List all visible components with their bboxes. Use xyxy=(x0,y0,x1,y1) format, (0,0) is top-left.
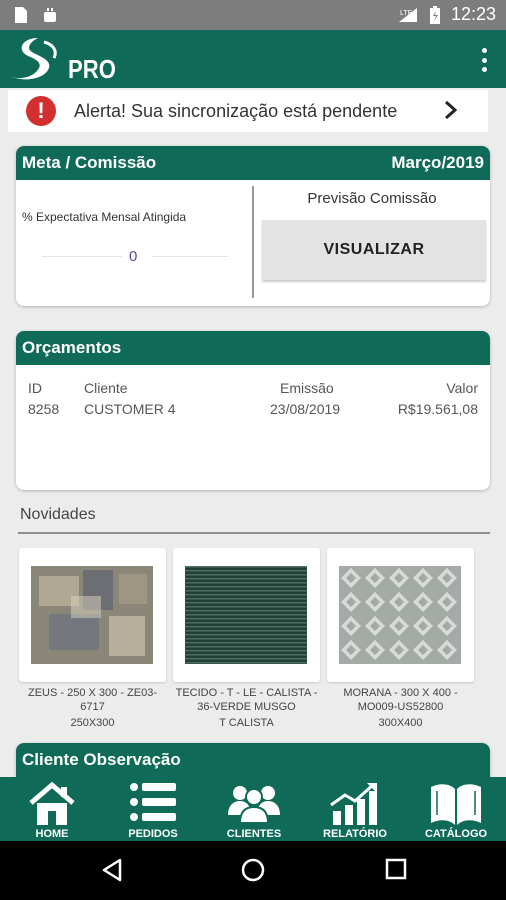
nav-home[interactable]: HOME xyxy=(2,777,102,841)
observacao-title: Cliente Observação xyxy=(22,750,181,769)
col-header-valor: Valor xyxy=(446,380,478,396)
product-image-zeus xyxy=(31,566,153,664)
product-card[interactable]: MORANA - 300 X 400 - MO009-US52800 300X4… xyxy=(327,548,474,730)
nav-home-label: HOME xyxy=(35,828,69,840)
expectativa-line-left xyxy=(42,256,122,257)
row-id: 8258 xyxy=(28,401,60,417)
alert-icon: ! xyxy=(26,96,56,126)
alert-text: Alerta! Sua sincronização está pendente xyxy=(74,100,398,121)
meta-card-month: Março/2019 xyxy=(391,153,484,172)
meta-card-title: Meta / Comissão xyxy=(22,153,157,172)
product-name: ZEUS - 250 X 300 - ZE03-6717 xyxy=(28,687,157,713)
product-image-tecido xyxy=(185,566,307,664)
signal-icon: LTE xyxy=(398,7,417,22)
orcamentos-table: ID Cliente Emissão Valor 8258 CUSTOMER 4… xyxy=(16,365,490,490)
nav-pedidos[interactable]: PEDIDOS xyxy=(103,777,203,841)
battery-icon xyxy=(429,5,440,24)
expectativa-panel: % Expectativa Mensal Atingida 0 xyxy=(16,180,252,306)
novidades-divider xyxy=(18,532,490,534)
previsao-panel: Previsão Comissão VISUALIZAR xyxy=(254,180,490,306)
product-card[interactable]: TECIDO - T - LE - CALISTA - 36-VERDE MUS… xyxy=(173,548,320,730)
nav-catalogo-label: CATÁLOGO xyxy=(424,828,488,840)
orcamentos-header: Orçamentos xyxy=(16,331,490,365)
product-subtitle: 250X300 xyxy=(70,717,115,729)
nav-relatorio-label: RELATÓRIO xyxy=(323,828,387,840)
bottom-navigation: HOME PEDIDOS CLIENTES RELATÓRIO CATÁLOGO xyxy=(0,777,506,841)
home-icon xyxy=(29,781,75,825)
app-brand: PRO xyxy=(68,54,116,84)
sync-alert-banner[interactable]: ! Alerta! Sua sincronização está pendent… xyxy=(8,90,488,132)
logo-icon xyxy=(10,38,57,80)
android-icon xyxy=(44,8,56,22)
row-emissao: 23/08/2019 xyxy=(270,401,341,417)
novidades-title: Novidades xyxy=(20,506,96,523)
nav-catalogo[interactable]: CATÁLOGO xyxy=(406,777,506,841)
clock: 12:23 xyxy=(450,4,496,24)
book-icon xyxy=(431,784,481,825)
home-circle-icon[interactable] xyxy=(241,858,265,882)
recents-icon[interactable] xyxy=(385,858,407,880)
expectativa-line-right xyxy=(152,256,228,257)
overflow-menu-icon[interactable] xyxy=(480,48,488,72)
expectativa-value: 0 xyxy=(129,248,138,265)
system-navigation-bar xyxy=(0,841,506,900)
sd-card-icon xyxy=(15,7,27,23)
row-valor: R$19.561,08 xyxy=(397,401,478,417)
orcamentos-title: Orçamentos xyxy=(22,338,122,357)
nav-pedidos-label: PEDIDOS xyxy=(128,828,178,840)
product-subtitle: 300X400 xyxy=(378,717,423,729)
row-cliente: CUSTOMER 4 xyxy=(84,401,176,417)
back-icon[interactable] xyxy=(100,858,124,882)
product-name: MORANA - 300 X 400 - MO009-US52800 xyxy=(343,687,458,713)
meta-comissao-card: Meta / Comissão Março/2019 % Expectativa… xyxy=(16,146,490,306)
nav-clientes-label: CLIENTES xyxy=(226,828,282,840)
col-header-cliente: Cliente xyxy=(84,380,128,396)
chevron-right-icon[interactable] xyxy=(444,100,458,120)
status-bar: LTE 12:23 xyxy=(0,0,506,30)
col-header-emissao: Emissão xyxy=(280,380,334,396)
visualizar-button[interactable]: VISUALIZAR xyxy=(262,220,486,280)
nav-clientes[interactable]: CLIENTES xyxy=(204,777,304,841)
expectativa-label: % Expectativa Mensal Atingida xyxy=(22,210,187,224)
product-name: TECIDO - T - LE - CALISTA - 36-VERDE MUS… xyxy=(175,687,318,713)
col-header-id: ID xyxy=(28,380,42,396)
meta-card-header: Meta / Comissão Março/2019 xyxy=(16,146,490,180)
bar-chart-icon xyxy=(330,783,377,825)
svg-text:LTE: LTE xyxy=(400,10,413,17)
app-bar: PRO xyxy=(0,30,506,88)
product-subtitle: T CALISTA xyxy=(219,717,274,729)
previsao-label: Previsão Comissão xyxy=(307,190,437,207)
users-icon xyxy=(228,786,280,824)
observacao-header: Cliente Observação xyxy=(16,743,490,777)
orcamentos-card[interactable]: Orçamentos ID Cliente Emissão Valor 8258… xyxy=(16,331,490,490)
product-image-morana xyxy=(339,566,461,664)
nav-relatorio[interactable]: RELATÓRIO xyxy=(305,777,405,841)
list-icon xyxy=(130,783,176,821)
product-card[interactable]: ZEUS - 250 X 300 - ZE03-6717 250X300 xyxy=(19,548,166,730)
